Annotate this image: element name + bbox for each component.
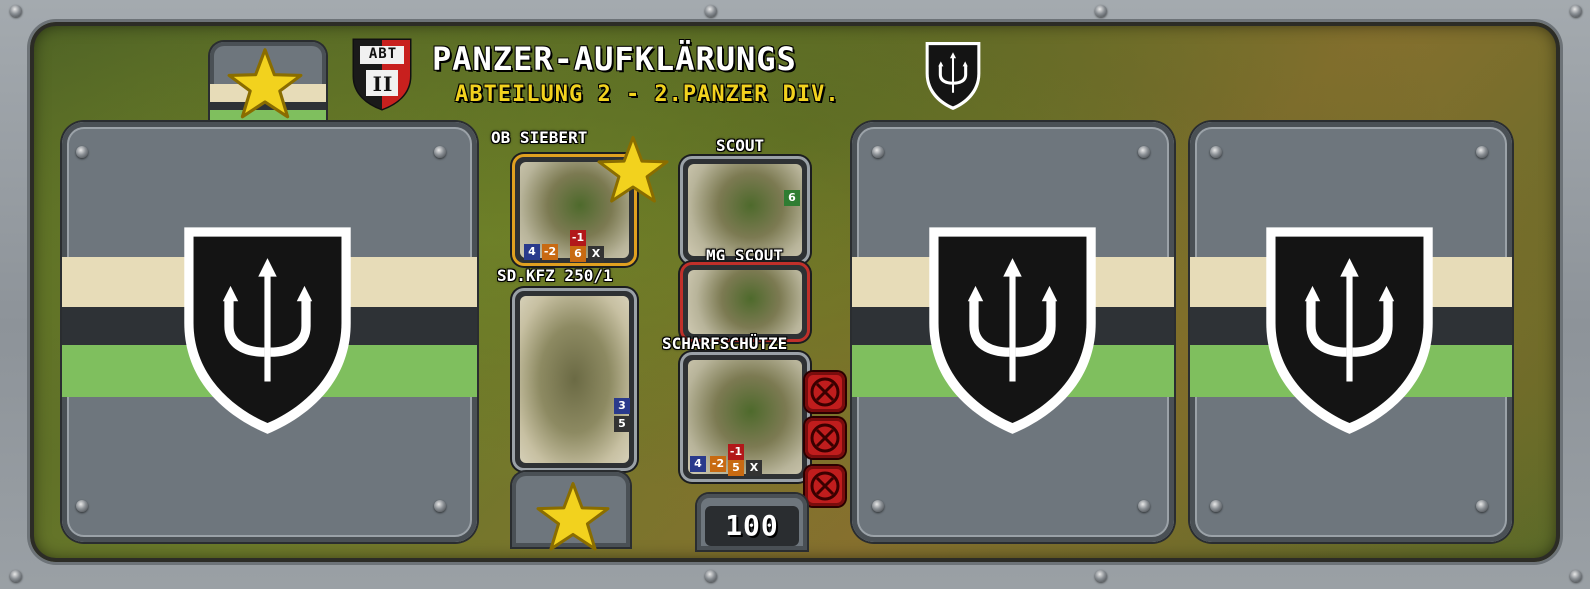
rivet	[434, 146, 446, 158]
rivet	[1570, 570, 1582, 582]
unit-art	[688, 164, 802, 256]
rivet	[1095, 5, 1107, 17]
trident-shield-icon	[929, 227, 1096, 434]
rivet	[705, 570, 717, 582]
stat-value: -2	[542, 244, 558, 260]
remove-unit-button[interactable]	[805, 372, 845, 412]
unit-name-label: SCOUT	[716, 136, 765, 155]
trident-shield-icon	[1266, 227, 1433, 434]
remove-unit-button[interactable]	[805, 418, 845, 458]
army-board: ABT II PANZER-AUFKLÄRUNGS ABTEILUNG 2 - …	[0, 0, 1590, 589]
rivet	[872, 500, 884, 512]
close-icon	[810, 471, 840, 501]
stat-value: X	[746, 460, 762, 476]
star-icon	[536, 482, 610, 551]
rivet	[1210, 500, 1222, 512]
unit-card-mg-scout[interactable]	[680, 262, 810, 342]
rivet	[76, 500, 88, 512]
rivet	[434, 500, 446, 512]
close-icon	[810, 377, 840, 407]
rivet	[10, 570, 22, 582]
rivet	[872, 146, 884, 158]
stat-value: 3	[614, 398, 630, 414]
unit-card-scharfschuetze[interactable]: 4 -2 -1 5 X	[680, 352, 810, 482]
stat-value: 5	[728, 460, 744, 476]
unit-name-label: OB SIEBERT	[491, 128, 588, 147]
rivet	[76, 146, 88, 158]
stat-value: -1	[728, 444, 744, 460]
rivet	[1095, 570, 1107, 582]
rivet	[1210, 146, 1222, 158]
stat-value: X	[588, 246, 604, 262]
rivet	[1476, 500, 1488, 512]
abt-badge-top-text: ABT	[368, 46, 398, 62]
abt-badge-bottom-text: II	[372, 72, 394, 96]
stat-value: -1	[570, 230, 586, 246]
stat-value: -2	[710, 456, 726, 472]
rivet	[1570, 5, 1582, 17]
stat-value: 6	[784, 190, 800, 206]
trident-shield-icon	[184, 227, 351, 434]
star-icon	[597, 135, 669, 203]
star-icon	[227, 48, 303, 119]
stat-value: 4	[690, 456, 706, 472]
rivet	[1476, 146, 1488, 158]
page-title: PANZER-AUFKLÄRUNGS	[432, 40, 797, 78]
army-points: 100	[705, 506, 799, 546]
trident-shield-icon	[925, 42, 981, 110]
rivet	[10, 5, 22, 17]
stat-value: 5	[614, 416, 630, 432]
unit-name-label: SCHARFSCHÜTZE	[662, 334, 788, 353]
rivet	[1138, 146, 1150, 158]
remove-unit-button[interactable]	[805, 466, 845, 506]
page-subtitle: ABTEILUNG 2 - 2.PANZER DIV.	[455, 82, 840, 107]
unit-card-sdkfz[interactable]: 3 5	[512, 288, 637, 471]
rivet	[1138, 500, 1150, 512]
unit-art	[520, 296, 629, 463]
unit-name-label: SD.KFZ 250/1	[497, 266, 613, 285]
rivet	[705, 5, 717, 17]
stat-value: 4	[524, 244, 540, 260]
stat-value: 6	[570, 246, 586, 262]
close-icon	[810, 423, 840, 453]
unit-art	[688, 270, 802, 334]
